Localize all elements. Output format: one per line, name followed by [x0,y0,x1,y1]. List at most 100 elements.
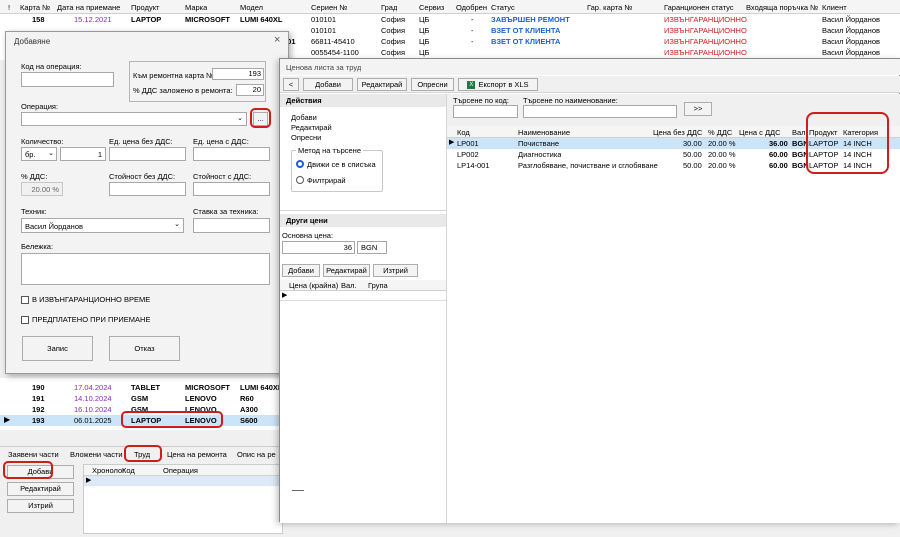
close-icon[interactable]: × [274,34,280,46]
status: ВЗЕТ ОТ КЛИЕНТА [491,37,561,46]
edit-button[interactable]: Редактирай [357,78,407,91]
other-prices-header-bar: Други цени [280,214,446,227]
tab-requested-parts[interactable]: Заявени части [8,450,59,459]
highlight-browse-button [250,108,271,128]
card-number: 191 [32,394,45,403]
edit-labor-button[interactable]: Редактирай [7,482,74,496]
col-header-name[interactable]: Наименование [518,128,570,137]
col-header-product[interactable]: Продукт [131,3,160,12]
technician-select[interactable]: Васил Йорданов ⌄ [21,218,184,233]
tab-repair-price[interactable]: Цена на ремонта [167,450,227,459]
col-header-currency[interactable]: Вал. [341,281,357,290]
search-code-input[interactable] [453,105,518,118]
base-price-input[interactable]: 36 [282,241,355,254]
action-refresh[interactable]: Опресни [291,133,321,142]
action-add[interactable]: Добави [291,113,317,122]
tab-installed-parts[interactable]: Вложени части [70,450,123,459]
col-header-flag[interactable]: ! [8,3,10,12]
labor-grid-header: Хронолог Код Операция [84,465,284,476]
export-xls-button[interactable]: X Експорт в XLS [458,78,538,91]
col-header-card[interactable]: Карта № [20,3,50,12]
vat-included-field[interactable]: 20 [236,84,264,96]
out-of-warranty-checkbox[interactable] [21,296,29,304]
unit-price-vat-input[interactable] [193,147,270,161]
model: A300 [240,405,258,414]
other-price-add-button[interactable]: Добави [282,264,320,277]
cancel-button[interactable]: Отказ [109,336,180,361]
client: Васил Йорданов [822,37,880,46]
unit-price-novat-input[interactable] [109,147,186,161]
labor-grid-new-row[interactable]: ▶ [84,476,284,486]
highlight-product-brand [121,411,223,428]
item-price-vat: 60.00 [769,161,788,170]
value-vat-label: Стойност с ДДС: [193,172,252,181]
delete-labor-button[interactable]: Изтрий [7,499,74,513]
col-header-serial[interactable]: Сериен № [311,3,347,12]
col-header-group[interactable]: Група [368,281,388,290]
note-textarea[interactable] [21,253,270,285]
prepaid-label[interactable]: ПРЕДПЛАТЕНО ПРИ ПРИЕМАНЕ [32,315,150,324]
col-header-warranty-card[interactable]: Гар. карта № [587,3,632,12]
add-button[interactable]: Добави [303,78,353,91]
card-number: 190 [32,383,45,392]
row-pointer-icon: ▶ [4,415,11,424]
brand: MICROSOFT [185,15,230,24]
col-header-code[interactable]: Код [122,466,135,475]
back-button[interactable]: < [283,78,299,91]
value-vat-input[interactable] [193,182,270,196]
unit-value: бр. [25,150,36,159]
received-date: 15.12.2021 [74,15,112,24]
radio-move-label[interactable]: Движи се в списъка [307,160,376,169]
col-header-city[interactable]: Град [381,3,397,12]
radio-move-checked[interactable] [296,160,304,168]
op-code-input[interactable] [21,72,114,87]
col-header-price-novat[interactable]: Цена без ДДС [653,128,702,137]
col-header-approved[interactable]: Одобрен [456,3,487,12]
col-header-vat[interactable]: % ДДС [708,128,732,137]
other-prices-new-row[interactable]: ▶ [280,291,446,301]
city: София [381,15,406,24]
radio-filter[interactable] [296,176,304,184]
service: ЦБ [419,15,430,24]
search-name-input[interactable] [523,105,677,118]
table-row[interactable]: 191 14.10.2024 GSM LENOVO R60 [0,393,290,404]
search-go-button[interactable]: >> [684,102,712,116]
col-header-final-price[interactable]: Цена (крайна) [289,281,338,290]
base-currency-field[interactable]: BGN [357,241,387,254]
brand: MICROSOFT [185,383,230,392]
col-header-order[interactable]: Входяща поръчка № [746,3,818,12]
repair-card-field[interactable]: 193 [212,68,264,80]
col-header-operation[interactable]: Операция [163,466,198,475]
col-header-code[interactable]: Код [457,128,470,137]
col-header-price-vat[interactable]: Цена с ДДС [739,128,781,137]
warranty-status: ИЗВЪНГАРАНЦИОННО [664,48,747,57]
col-header-date[interactable]: Дата на приемане [57,3,120,12]
item-vat: 20.00 % [708,139,736,148]
table-row[interactable]: 190 17.04.2024 TABLET MICROSOFT LUMI 640… [0,382,290,393]
other-price-edit-button[interactable]: Редактирай [323,264,370,277]
base-currency-value: BGN [361,243,378,252]
save-button[interactable]: Запис [22,336,93,361]
panel-splitter[interactable] [292,490,304,491]
tech-rate-input[interactable] [193,218,270,233]
unit-select[interactable]: бр. ⌄ [21,147,57,161]
col-header-warranty-status[interactable]: Гаранционен статус [664,3,734,12]
value-novat-input[interactable] [109,182,186,196]
actions-header-bar: Действия [280,94,446,107]
other-price-delete-button[interactable]: Изтрий [373,264,418,277]
col-header-model[interactable]: Модел [240,3,263,12]
col-header-client[interactable]: Клиент [822,3,847,12]
radio-filter-label[interactable]: Филтрирай [307,176,346,185]
col-header-status[interactable]: Статус [491,3,515,12]
tab-repair-description[interactable]: Опис на ре [237,450,276,459]
action-edit[interactable]: Редактирай [291,123,332,132]
operation-select[interactable]: ⌄ [21,112,247,126]
col-header-brand[interactable]: Марка [185,3,207,12]
quantity-input[interactable]: 1 [60,147,106,161]
table-row[interactable]: 158 15.12.2021 LAPTOP MICROSOFT LUMI 640… [0,14,900,25]
col-header-chronology[interactable]: Хронолог [92,466,125,475]
refresh-button[interactable]: Опресни [411,78,454,91]
col-header-service[interactable]: Сервиз [419,3,444,12]
out-of-warranty-label[interactable]: В ИЗВЪНГАРАНЦИОННО ВРЕМЕ [32,295,150,304]
prepaid-checkbox[interactable] [21,316,29,324]
